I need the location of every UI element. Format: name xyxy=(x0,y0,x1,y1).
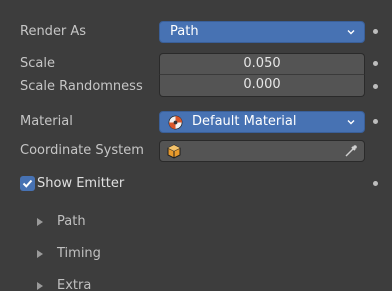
keyframe-dot[interactable] xyxy=(373,119,378,124)
disclosure-triangle-icon xyxy=(37,218,43,226)
material-value: Default Material xyxy=(192,114,297,129)
scale-label: Scale xyxy=(20,56,55,71)
subpanel-label: Path xyxy=(57,214,86,229)
keyframe-dot[interactable] xyxy=(373,29,378,34)
keyframe-dot[interactable] xyxy=(373,181,378,186)
subpanel-timing[interactable]: Timing xyxy=(0,241,392,267)
render-as-label: Render As xyxy=(20,24,87,39)
material-row: Material Default Material xyxy=(0,110,392,134)
subpanel-label: Extra xyxy=(57,278,92,291)
keyframe-dot[interactable] xyxy=(373,84,378,89)
subpanel-path[interactable]: Path xyxy=(0,209,392,235)
disclosure-triangle-icon xyxy=(37,282,43,290)
coordinate-system-field[interactable] xyxy=(159,140,365,162)
coordinate-system-label: Coordinate System xyxy=(20,143,144,158)
scale-randomness-field[interactable]: 0.000 xyxy=(159,75,365,97)
show-emitter-row[interactable]: Show Emitter xyxy=(0,172,392,196)
scale-field[interactable]: 0.050 xyxy=(159,53,365,75)
eyedropper-icon[interactable] xyxy=(344,144,358,158)
chevron-down-icon xyxy=(347,30,355,35)
render-as-dropdown[interactable]: Path xyxy=(159,21,365,43)
material-dropdown[interactable]: Default Material xyxy=(159,111,365,133)
scale-randomness-row: Scale Randomness 0.000 xyxy=(0,75,392,99)
scale-randomness-label: Scale Randomness xyxy=(20,79,143,94)
coordinate-system-row: Coordinate System xyxy=(0,139,392,163)
keyframe-dot[interactable] xyxy=(373,61,378,66)
render-as-value: Path xyxy=(170,24,199,39)
disclosure-triangle-icon xyxy=(37,250,43,258)
subpanel-label: Timing xyxy=(57,246,101,261)
checkmark-icon xyxy=(22,179,33,188)
material-sphere-icon xyxy=(168,115,183,130)
show-emitter-label: Show Emitter xyxy=(37,176,125,191)
material-label: Material xyxy=(20,114,73,129)
object-cube-icon xyxy=(167,144,181,159)
show-emitter-checkbox[interactable] xyxy=(20,176,35,191)
subpanel-extra[interactable]: Extra xyxy=(0,273,392,291)
scale-row: Scale 0.050 xyxy=(0,52,392,76)
render-as-row: Render As Path xyxy=(0,20,392,44)
chevron-down-icon xyxy=(347,120,355,125)
